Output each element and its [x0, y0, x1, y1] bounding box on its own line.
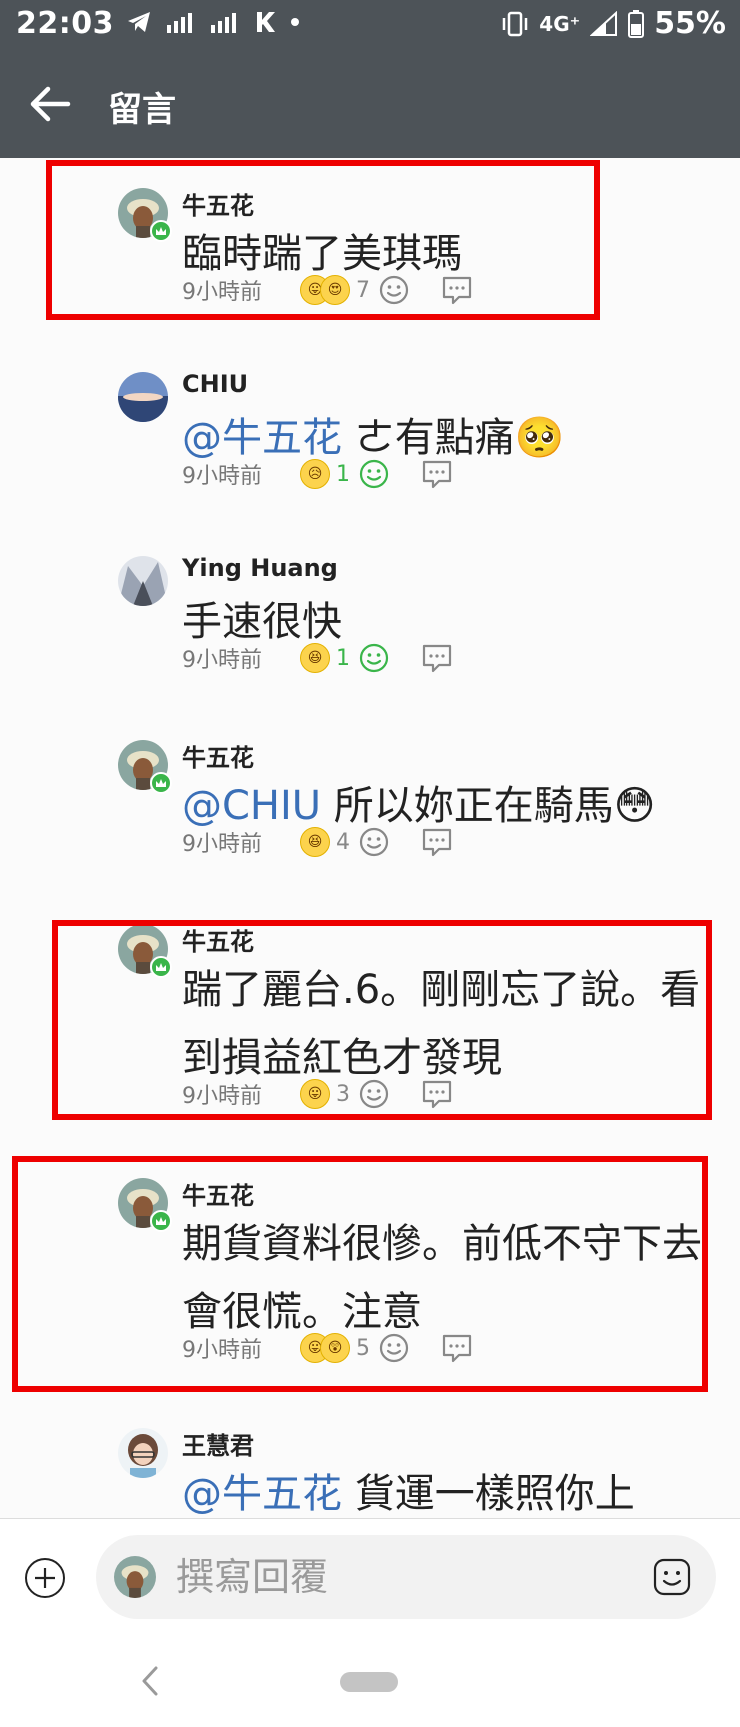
reply-bar: [0, 1518, 740, 1634]
timestamp: 9小時前: [182, 464, 262, 489]
comment-text: @牛五花 貨運一樣照你上: [182, 1471, 635, 1517]
comment-author[interactable]: CHIU: [182, 370, 248, 398]
reaction-count: 1: [336, 461, 350, 487]
crown-badge-icon: [150, 772, 172, 794]
sad-emoji-icon: 😥: [300, 459, 330, 489]
comment-item: CHIU @牛五花 ㄜ有點痛🥺 9小時前 😥 1: [0, 342, 740, 526]
reaction-count: 1: [336, 645, 350, 671]
comment-list[interactable]: 牛五花 臨時踹了美琪瑪 9小時前 😛 😍 7 CHIU @牛五花 ㄜ有點痛🥺 9…: [0, 158, 740, 1518]
telegram-icon: [128, 12, 150, 32]
app-bar: 留言: [0, 48, 740, 158]
highlight-box: [46, 160, 600, 320]
laughing-emoji-icon: 😆: [300, 827, 330, 857]
signal-chart-icon-2: [211, 13, 236, 33]
status-time: 22:03: [16, 6, 114, 41]
reaction-summary[interactable]: 😆 1: [300, 643, 350, 673]
add-reaction-icon[interactable]: [358, 458, 390, 490]
system-nav-bar: [0, 1634, 740, 1727]
vibrate-icon: [503, 11, 528, 36]
comment-item: 王慧君 @牛五花 貨運一樣照你上: [0, 1398, 740, 1518]
comment-item: Ying Huang 手速很快 9小時前 😆 1: [0, 526, 740, 710]
dot-icon: [291, 18, 299, 26]
avatar[interactable]: [118, 372, 168, 422]
k-app-icon: [257, 12, 275, 32]
highlight-box: [12, 1156, 708, 1392]
avatar[interactable]: [118, 740, 172, 794]
battery-icon: [628, 9, 645, 38]
add-reaction-icon[interactable]: [358, 826, 390, 858]
nav-back-icon[interactable]: [136, 1664, 166, 1698]
notification-icons: [126, 10, 300, 34]
reaction-summary[interactable]: 😆 4: [300, 827, 350, 857]
status-bar: 22:03 4G⁺ 55%: [0, 0, 740, 48]
signal-chart-icon: [167, 13, 192, 33]
sticker-icon[interactable]: [652, 1557, 692, 1597]
comment-meta: 9小時前 😆 4: [182, 822, 454, 862]
timestamp: 9小時前: [182, 832, 262, 857]
reply-input-container[interactable]: [96, 1535, 716, 1619]
my-avatar: [114, 1556, 156, 1598]
system-icons: 4G⁺ 55%: [501, 6, 726, 41]
comment-author[interactable]: 王慧君: [182, 1426, 254, 1461]
avatar[interactable]: [118, 556, 168, 606]
mention-link[interactable]: @牛五花: [182, 1471, 342, 1517]
nav-home-pill[interactable]: [340, 1672, 398, 1692]
reply-bubble-icon[interactable]: [420, 458, 454, 490]
cell-signal-icon: [590, 10, 618, 36]
comment-meta: 9小時前 😥 1: [182, 454, 454, 494]
reply-bubble-icon[interactable]: [420, 826, 454, 858]
page-title: 留言: [108, 90, 176, 130]
comment-item: 牛五花 @CHIU 所以妳正在騎馬😳 9小時前 😆 4: [0, 710, 740, 894]
laughing-emoji-icon: 😆: [300, 643, 330, 673]
add-reaction-icon[interactable]: [358, 642, 390, 674]
comment-author[interactable]: Ying Huang: [182, 554, 338, 582]
add-attachment-icon[interactable]: [24, 1557, 66, 1599]
highlight-box: [52, 920, 712, 1120]
back-arrow-icon[interactable]: [28, 82, 72, 126]
reply-bubble-icon[interactable]: [420, 642, 454, 674]
reaction-count: 4: [336, 829, 350, 855]
reaction-summary[interactable]: 😥 1: [300, 459, 350, 489]
network-type: 4G⁺: [539, 11, 581, 36]
reply-input[interactable]: [176, 1549, 616, 1605]
avatar[interactable]: [118, 1428, 168, 1478]
timestamp: 9小時前: [182, 648, 262, 673]
comment-author[interactable]: 牛五花: [182, 738, 254, 773]
battery-level: 55%: [654, 6, 726, 41]
comment-meta: 9小時前 😆 1: [182, 638, 454, 678]
